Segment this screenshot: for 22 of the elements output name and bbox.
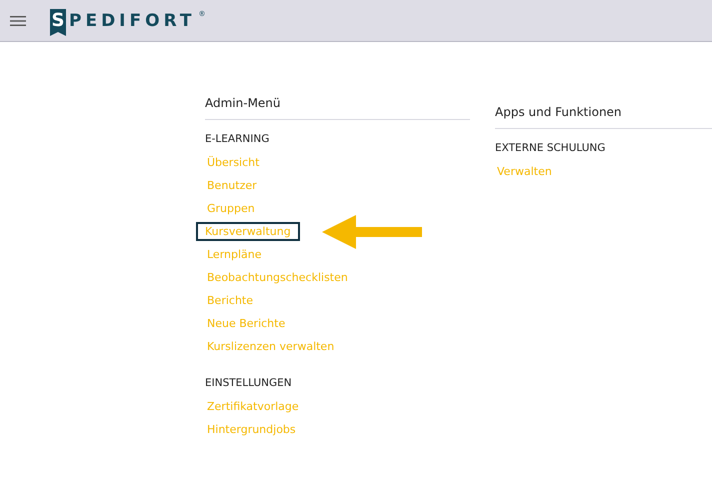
menu-link[interactable]: Kurslizenzen verwalten (203, 337, 338, 356)
menu-link[interactable]: Neue Berichte (203, 314, 290, 333)
section-heading: EXTERNE SCHULUNG (495, 142, 606, 154)
menu-link[interactable]: Benutzer (203, 176, 261, 195)
section-heading: EINSTELLUNGEN (205, 377, 293, 389)
menu-link[interactable]: Kursverwaltung (196, 222, 300, 241)
column-title: Apps und Funktionen (495, 105, 712, 129)
menu-link[interactable]: Übersicht (203, 153, 264, 172)
menu-link[interactable]: Verwalten (493, 162, 556, 181)
logo-text: PEDIFORT (69, 10, 196, 33)
menu-link[interactable]: Gruppen (203, 199, 259, 218)
column-title: Admin-Menü (205, 96, 470, 120)
arrow-icon (322, 214, 422, 248)
menu-link[interactable]: Berichte (203, 291, 257, 310)
menu-link[interactable]: Hintergrundjobs (203, 420, 300, 439)
registered-mark: ® (198, 9, 206, 19)
logo-badge: S (50, 9, 66, 36)
menu-icon[interactable] (10, 16, 26, 26)
menu-link[interactable]: Lernpläne (203, 245, 266, 264)
menu-link[interactable]: Beobachtungschecklisten (203, 268, 352, 287)
section-heading: E-LEARNING (205, 133, 270, 145)
menu-link[interactable]: Zertifikatvorlage (203, 397, 303, 416)
